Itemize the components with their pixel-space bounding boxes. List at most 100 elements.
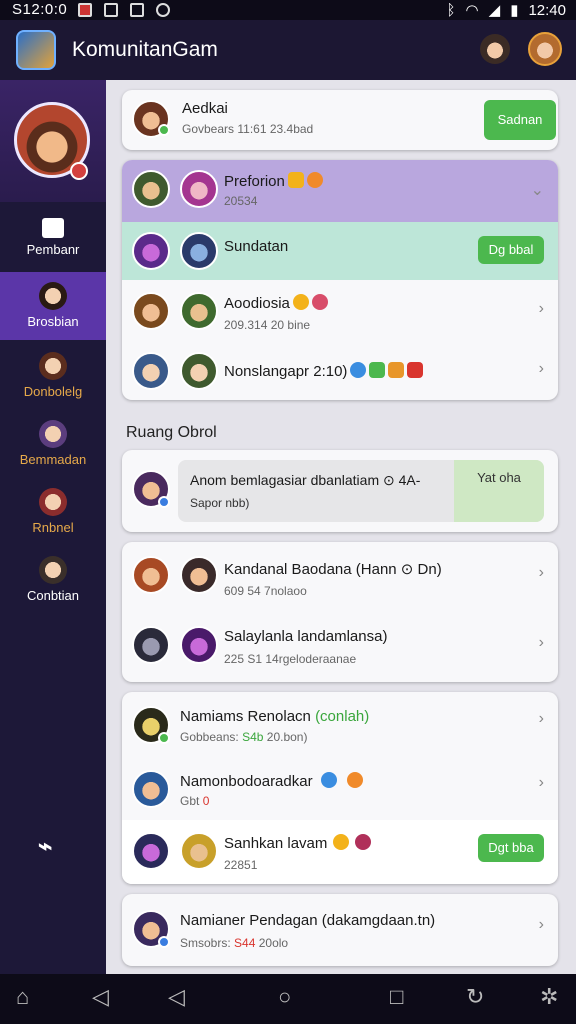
group-card: Preforion 20534 ⌄ Sundatan Dg bbal Aoodi… bbox=[122, 160, 558, 400]
avatar bbox=[180, 232, 218, 270]
list-item[interactable]: Namianer Pendagan (dakamgdaan.tn) Smsobr… bbox=[122, 894, 558, 966]
emoji-icon bbox=[369, 362, 386, 378]
sidebar-item-settings[interactable]: Conbtian bbox=[0, 546, 106, 614]
list-item[interactable]: Nonslangapr 2:10) › bbox=[122, 340, 558, 400]
avatar-icon bbox=[39, 556, 67, 584]
avatar-icon bbox=[39, 282, 67, 310]
list-name: Nonslangapr 2:10) bbox=[224, 362, 424, 380]
status-time-left: S12:0:0 bbox=[12, 1, 68, 18]
top-action-button[interactable]: Sadnan bbox=[484, 100, 556, 140]
list-item[interactable]: Namiams Renolacn (conlah) Gobbeans: S4b … bbox=[122, 692, 558, 756]
emoji-icon bbox=[292, 294, 309, 310]
back-icon[interactable]: ◁ bbox=[168, 984, 185, 1010]
list-name: Namonbodoaradkar bbox=[180, 772, 363, 790]
back-alt-icon[interactable]: ◁ bbox=[92, 984, 109, 1010]
list-item[interactable]: Sanhkan lavam 22851 Dgt bba bbox=[122, 820, 558, 884]
online-dot bbox=[158, 936, 170, 948]
top-chat-card[interactable]: Aedkai Govbears 11:61 23.4bad Sadnan bbox=[122, 90, 558, 150]
sidebar-item-label: Pembanr bbox=[26, 242, 80, 257]
emoji-icon bbox=[306, 172, 323, 188]
settings-icon[interactable]: ✲ bbox=[540, 984, 558, 1010]
online-dot bbox=[158, 732, 170, 744]
list-name: Salaylanla landamlansa) bbox=[224, 628, 388, 645]
highlight-name: Sundatan bbox=[224, 238, 289, 255]
avatar-icon bbox=[39, 420, 67, 448]
chevron-right-icon: › bbox=[538, 300, 544, 317]
list-sub: 209.314 20 bine bbox=[224, 318, 311, 332]
profile-avatar-icon[interactable] bbox=[528, 32, 562, 66]
friend-avatar-icon[interactable] bbox=[480, 34, 510, 64]
reply-button[interactable]: Yat oha bbox=[454, 460, 544, 522]
signal-icon: ◢ bbox=[488, 2, 501, 19]
app-logo-icon bbox=[16, 30, 56, 70]
home-circle-icon[interactable]: ○ bbox=[278, 984, 291, 1010]
avatar bbox=[180, 626, 218, 664]
sidebar-item-label: Donbolelg bbox=[23, 384, 83, 399]
recents-icon[interactable]: □ bbox=[390, 984, 403, 1010]
refresh-icon[interactable]: ↻ bbox=[466, 984, 484, 1010]
list-sub: Smsobrs: S44 20olo bbox=[180, 936, 289, 950]
emoji-icon bbox=[388, 362, 405, 378]
avatar bbox=[180, 352, 218, 390]
emoji-icon bbox=[407, 362, 424, 378]
status-bar: S12:0:0 ᛒ ◠ ◢ ▮ 12:40 bbox=[0, 0, 576, 20]
list-action-button[interactable]: Dgt bba bbox=[478, 834, 544, 862]
avatar bbox=[180, 832, 218, 870]
chevron-right-icon: › bbox=[538, 916, 544, 933]
sidebar-item-friends[interactable]: Bemmadan bbox=[0, 410, 106, 478]
highlight-button[interactable]: Dg bbal bbox=[478, 236, 544, 264]
chevron-down-icon[interactable]: ⌄ bbox=[531, 180, 544, 200]
photo-icon bbox=[104, 3, 118, 17]
status-badge bbox=[70, 162, 88, 180]
message-sub: Sapor nbb) bbox=[190, 496, 250, 510]
list-item[interactable]: Kandanal Baodana (Hann ⊙ Dn) 609 54 7nol… bbox=[122, 542, 558, 612]
chevron-right-icon: › bbox=[538, 774, 544, 791]
list-name: Namiams Renolacn (conlah) bbox=[180, 708, 370, 725]
emoji-icon bbox=[346, 772, 363, 788]
avatar bbox=[132, 352, 170, 390]
group-header[interactable]: Preforion 20534 ⌄ bbox=[122, 160, 558, 222]
online-dot bbox=[158, 496, 170, 508]
emoji-icon bbox=[355, 834, 372, 850]
message-text: Anom bemlagasiar dbanlatiam ⊙ 4A- bbox=[190, 472, 421, 488]
highlight-row[interactable]: Sundatan Dg bbal bbox=[122, 222, 558, 280]
group-name: Preforion bbox=[224, 172, 323, 190]
sidebar-item-label: Rnbnel bbox=[32, 520, 74, 535]
logo-mark-icon[interactable]: ⌁ bbox=[38, 832, 64, 860]
list-item[interactable]: Salaylanla landamlansa) 225 S1 14rgelode… bbox=[122, 612, 558, 682]
avatar bbox=[132, 292, 170, 330]
chat-list-card: Namiams Renolacn (conlah) Gobbeans: S4b … bbox=[122, 692, 558, 884]
sidebar-item-label: Conbtian bbox=[26, 588, 80, 603]
list-item[interactable]: Namonbodoaradkar Gbt 0 › bbox=[122, 756, 558, 820]
chat-name: Aedkai bbox=[182, 100, 228, 117]
home-icon[interactable]: ⌂ bbox=[16, 984, 29, 1010]
chat-list-card: Namianer Pendagan (dakamgdaan.tn) Smsobr… bbox=[122, 894, 558, 966]
list-name: Sanhkan lavam bbox=[224, 834, 372, 852]
list-name: Aoodiosia bbox=[224, 294, 328, 312]
list-name: Namianer Pendagan (dakamgdaan.tn) bbox=[180, 912, 436, 929]
list-item[interactable]: Aoodiosia 209.314 20 bine › bbox=[122, 280, 558, 340]
sidebar-item-home[interactable]: Pembanr bbox=[0, 204, 106, 272]
list-sub: Gobbeans: S4b 20.bon) bbox=[180, 730, 308, 744]
avatar bbox=[180, 170, 218, 208]
avatar bbox=[132, 626, 170, 664]
message-bubble: Anom bemlagasiar dbanlatiam ⊙ 4A- Sapor … bbox=[178, 460, 544, 522]
wifi-icon: ◠ bbox=[465, 2, 479, 19]
notification-icon bbox=[78, 3, 92, 17]
avatar bbox=[132, 232, 170, 270]
sidebar-item-browse[interactable]: Brosbian bbox=[0, 272, 106, 340]
sidebar-item-channel[interactable]: Rnbnel bbox=[0, 478, 106, 546]
avatar bbox=[132, 832, 170, 870]
chat-list-card: Kandanal Baodana (Hann ⊙ Dn) 609 54 7nol… bbox=[122, 542, 558, 682]
avatar-icon bbox=[39, 352, 67, 380]
home-icon bbox=[42, 218, 64, 238]
chat-preview-card[interactable]: Anom bemlagasiar dbanlatiam ⊙ 4A- Sapor … bbox=[122, 450, 558, 532]
sidebar-header bbox=[0, 80, 106, 202]
chevron-right-icon: › bbox=[538, 634, 544, 651]
main-content: Aedkai Govbears 11:61 23.4bad Sadnan Pre… bbox=[106, 80, 576, 974]
status-time-right: 12:40 bbox=[528, 1, 566, 19]
app-title: KomunitanGam bbox=[72, 38, 218, 61]
sidebar-item-label: Bemmadan bbox=[19, 452, 87, 467]
list-sub: 225 S1 14rgeloderaanae bbox=[224, 652, 357, 666]
sidebar-item-download[interactable]: Donbolelg bbox=[0, 342, 106, 410]
